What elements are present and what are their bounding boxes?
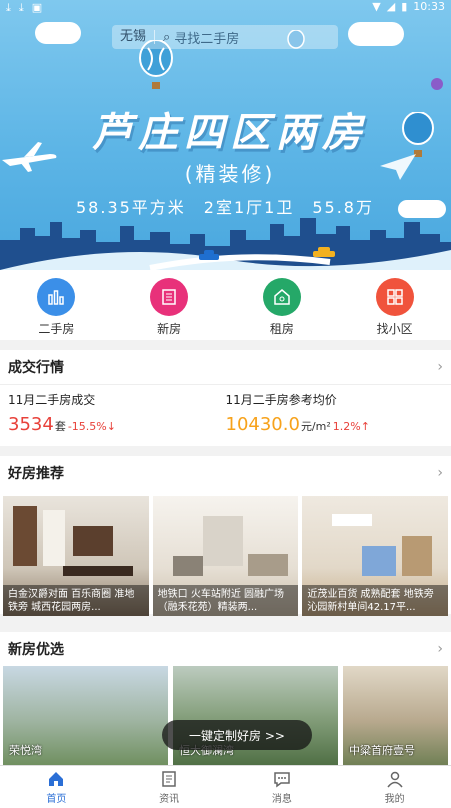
newhome-card[interactable]: 恒大御澜湾 [173,666,338,766]
building-chart-icon [37,278,76,316]
deal-value: 3534 [8,414,54,435]
signal-icon: ◢ [386,0,396,13]
user-icon [387,771,403,788]
grid-community-icon [375,278,414,316]
section-title: 成交行情 [8,360,64,376]
deal-avg-price[interactable]: 11月二手房参考均价 10430.0 元/m² 1.2%↑ [226,391,444,435]
cloud-decoration [348,22,404,46]
newhomes-header[interactable]: 新房优选 › [0,632,451,666]
deals-section: 成交行情 › 11月二手房成交 3534 套 -15.5%↓ 11月二手房参考均… [0,350,451,446]
deal-unit: 套 [54,420,66,433]
app-notification-icon: ▣ [31,1,43,14]
wifi-icon: ▼ [372,0,381,13]
banner-title: 芦庄四区两房 [92,110,368,156]
nav-label: 找小区 [376,322,413,336]
search-placeholder[interactable]: 寻找二手房 [174,28,239,47]
nav-label: 二手房 [38,322,75,336]
message-icon [274,772,290,788]
custom-home-button[interactable]: 一键定制好房 >> [162,720,312,750]
hot-air-balloon-icon [431,78,443,90]
status-time: 10:33 [413,0,445,13]
listing-caption: 地铁口 火车站附近 圆融广场（融禾花苑）精装两... [152,585,299,616]
blue-car-icon [199,250,219,260]
status-bar: ⤓ ⤓ ▣ ▼ ◢ ▮ 10:33 [0,0,451,14]
city-skyline-illustration [0,218,451,270]
tab-home[interactable]: 首页 [0,766,113,808]
deal-change: 1.2%↑ [332,420,370,433]
nav-label: 租房 [269,322,294,336]
quick-nav: 二手房 新房 租房 找小区 [0,270,451,340]
section-title: 好房推荐 [8,466,64,482]
nav-label: 新房 [157,322,182,336]
chevron-right-icon: › [437,465,443,481]
nav-community[interactable]: 找小区 [338,270,451,340]
news-icon [162,771,176,787]
listing-caption: 白金汉爵对面 百乐商圈 准地铁旁 城西花园两房... [3,585,149,616]
cloud-decoration [35,22,81,44]
search-icon: ⌕ [163,29,171,45]
deal-value: 10430.0 [225,414,300,435]
promo-banner[interactable]: 无锡 ⌕ 寻找二手房 芦庄四区两房 (精装修) 58.35平方米 2室1厅1卫 … [0,0,451,270]
deals-header[interactable]: 成交行情 › [0,350,451,385]
deal-unit: 元/m² [300,420,331,433]
listing-card[interactable]: 白金汉爵对面 百乐商圈 准地铁旁 城西花园两房... [3,496,149,616]
listing-card[interactable]: 地铁口 火车站附近 圆融广场（融禾花苑）精装两... [152,496,299,616]
deals-stats: 11月二手房成交 3534 套 -15.5%↓ 11月二手房参考均价 10430… [0,385,451,435]
tab-label: 首页 [46,794,67,805]
tab-messages[interactable]: 消息 [226,766,339,808]
newhome-card[interactable]: 荣悦湾 [3,666,168,766]
rent-house-icon [262,278,301,316]
deal-label: 11月二手房成交 [8,393,96,407]
banner-subtitle: (精装修) [184,162,276,186]
listing-caption: 近茂业百货 成熟配套 地铁旁 沁园新村单间42.17平... [302,585,449,616]
new-building-icon [150,278,189,316]
tab-news[interactable]: 资讯 [113,766,226,808]
search-bar[interactable]: 无锡 ⌕ 寻找二手房 [112,25,338,49]
airplane-icon [2,142,57,172]
tab-label: 我的 [384,794,405,805]
download-icon: ⤓ [18,1,24,14]
chevron-right-icon: › [437,641,443,657]
deal-count[interactable]: 11月二手房成交 3534 套 -15.5%↓ [8,391,226,435]
tab-profile[interactable]: 我的 [338,766,451,808]
newhome-caption: 荣悦湾 [9,744,42,757]
newhome-card[interactable]: 中粱首府壹号 [343,666,448,766]
city-selector[interactable]: 无锡 [112,30,156,44]
nav-secondhand[interactable]: 二手房 [0,270,113,340]
tab-label: 资讯 [159,794,180,805]
chevron-right-icon: › [437,359,443,375]
battery-icon: ▮ [401,0,408,13]
deal-change: -15.5%↓ [67,420,116,433]
deal-label: 11月二手房参考均价 [225,393,337,407]
recommend-section: 好房推荐 › 白金汉爵对面 百乐商圈 准地铁旁 城西花园两房... 地铁口 火车… [0,456,451,616]
bottom-tab-bar: 首页 资讯 消息 我的 [0,765,451,808]
listing-card[interactable]: 近茂业百货 成熟配套 地铁旁 沁园新村单间42.17平... [302,496,449,616]
recommend-header[interactable]: 好房推荐 › [0,456,451,490]
yellow-car-icon [313,247,335,257]
download-icon: ⤓ [6,1,11,14]
tab-label: 消息 [271,794,292,805]
nav-newhouse[interactable]: 新房 [113,270,226,340]
nav-rent[interactable]: 租房 [226,270,339,340]
newhome-caption: 中粱首府壹号 [349,744,415,757]
home-icon [49,772,64,786]
section-title: 新房优选 [8,642,64,658]
